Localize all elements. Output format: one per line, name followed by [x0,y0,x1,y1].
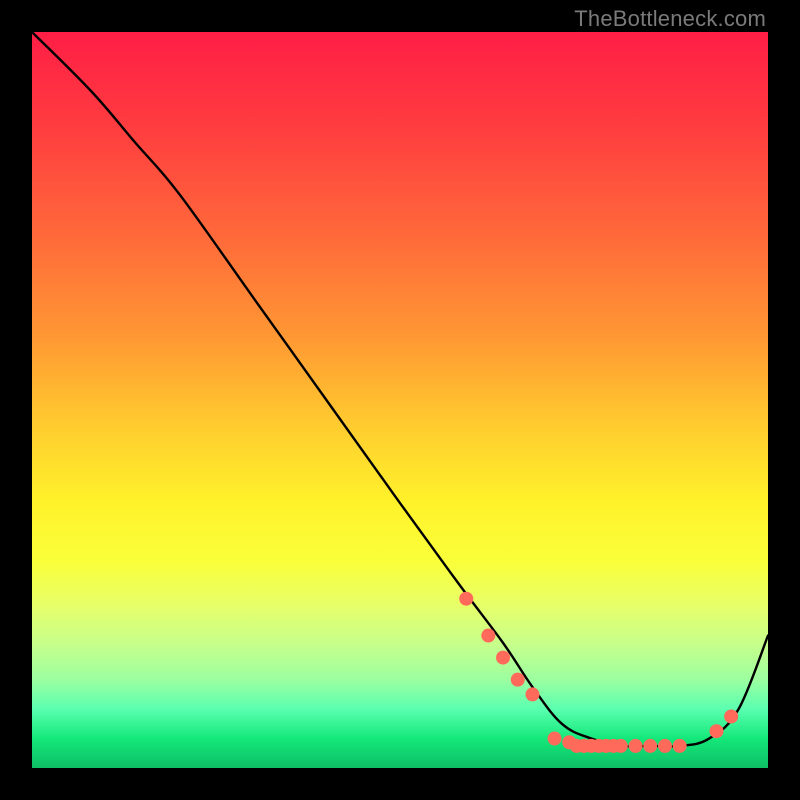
data-marker [511,673,525,687]
data-marker [658,739,672,753]
data-marker [709,724,723,738]
data-marker [724,709,738,723]
plot-area [32,32,768,768]
data-marker [643,739,657,753]
data-marker [496,651,510,665]
data-marker [614,739,628,753]
chart-frame: TheBottleneck.com [0,0,800,800]
data-marker [525,687,539,701]
chart-svg [32,32,768,768]
watermark-text: TheBottleneck.com [574,6,766,32]
bottleneck-curve [32,32,768,747]
data-marker [459,592,473,606]
data-marker [548,732,562,746]
data-marker [673,739,687,753]
data-marker [481,629,495,643]
data-marker [629,739,643,753]
marker-group [459,592,738,753]
